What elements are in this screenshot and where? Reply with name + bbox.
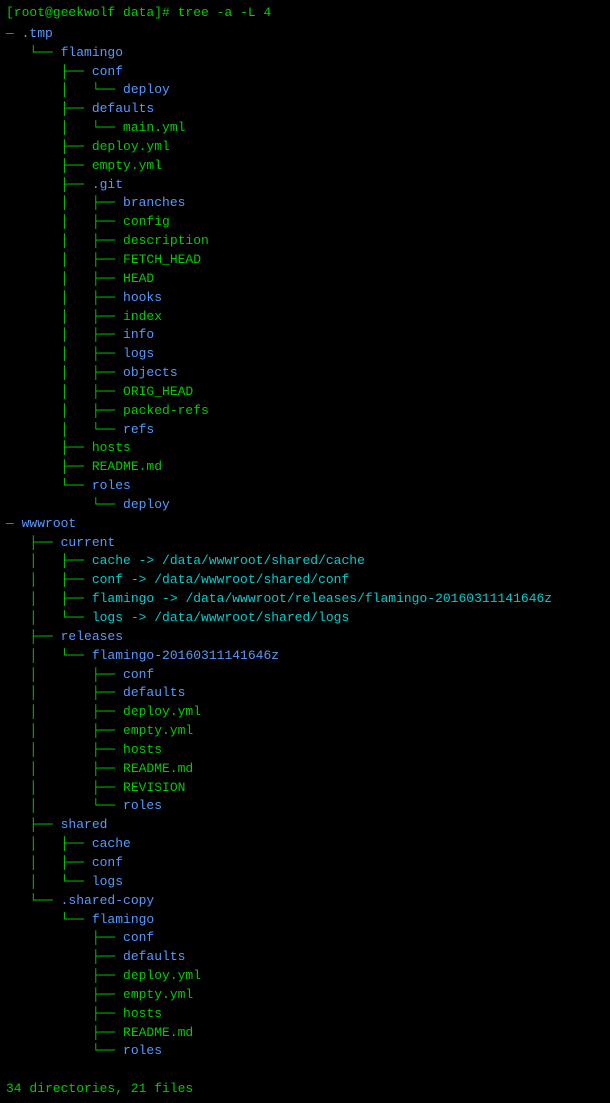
summary-line: 34 directories, 21 files: [6, 1080, 604, 1099]
tree-line-0: — .tmp └── flamingo ├── conf │ └── deplo…: [6, 26, 552, 1059]
prompt-line: [root@geekwolf data]# tree -a -L 4: [6, 4, 604, 23]
tree-output: — .tmp └── flamingo ├── conf │ └── deplo…: [6, 25, 604, 1080]
prompt-text: [root@geekwolf data]# tree -a -L 4: [6, 5, 271, 20]
terminal-window: [root@geekwolf data]# tree -a -L 4 — .tm…: [0, 0, 610, 1103]
